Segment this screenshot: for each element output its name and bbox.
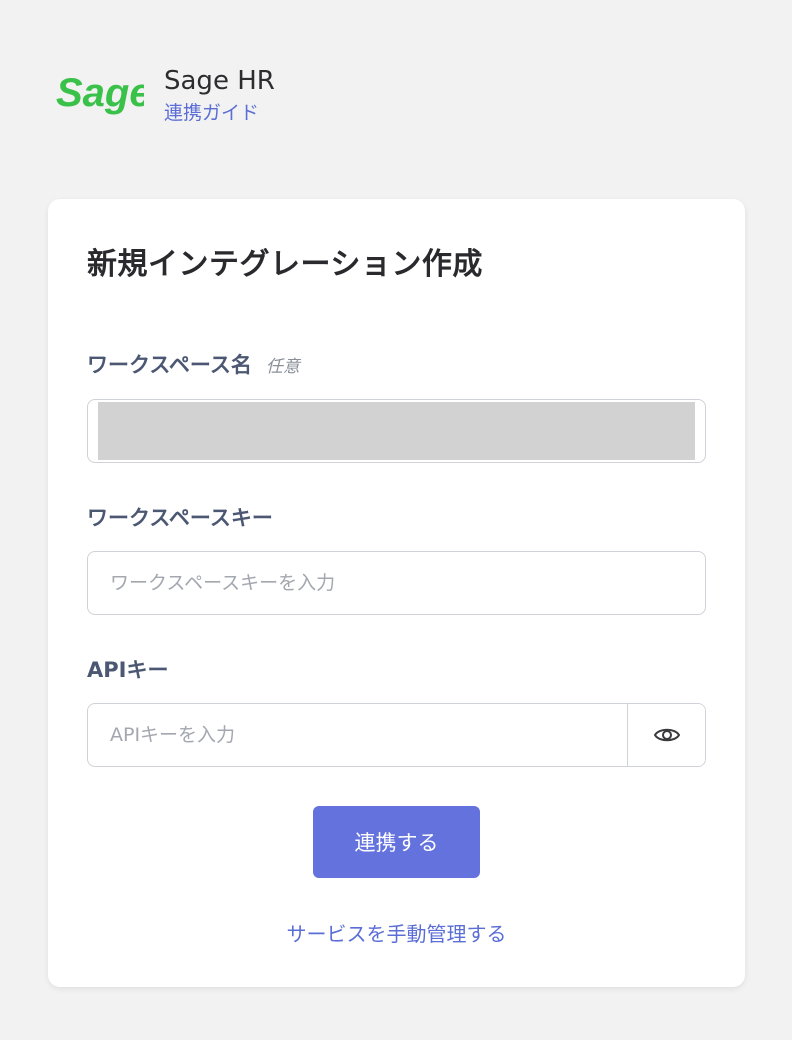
workspace-name-input[interactable] xyxy=(87,399,706,463)
optional-note: 任意 xyxy=(265,357,300,377)
integration-form-card: 新規インテグレーション作成 ワークスペース名 任意 ワークスペースキー APIキ… xyxy=(48,199,745,987)
api-key-label: APIキー xyxy=(87,658,169,682)
manage-service-manually-link[interactable]: サービスを手動管理する xyxy=(48,918,745,947)
workspace-key-input[interactable] xyxy=(88,552,705,614)
header: Sage Sage HR 連携ガイド xyxy=(56,62,275,126)
header-text: Sage HR 連携ガイド xyxy=(164,62,275,126)
connect-button[interactable]: 連携する xyxy=(313,806,480,878)
workspace-key-field xyxy=(87,551,706,615)
show-api-key-button[interactable] xyxy=(627,704,705,766)
api-key-field xyxy=(87,703,706,767)
integration-guide-link[interactable]: 連携ガイド xyxy=(164,100,275,126)
api-key-input[interactable] xyxy=(88,704,705,766)
form-title: 新規インテグレーション作成 xyxy=(87,247,483,282)
sage-logo: Sage xyxy=(56,71,144,115)
workspace-key-label: ワークスペースキー xyxy=(87,506,273,530)
eye-icon xyxy=(653,728,680,742)
workspace-name-label-text: ワークスペース名 xyxy=(87,353,252,377)
workspace-name-label: ワークスペース名 任意 xyxy=(87,349,300,379)
logo-text: Sage xyxy=(56,71,144,115)
app-name: Sage HR xyxy=(164,66,275,96)
redacted-value xyxy=(98,402,695,460)
